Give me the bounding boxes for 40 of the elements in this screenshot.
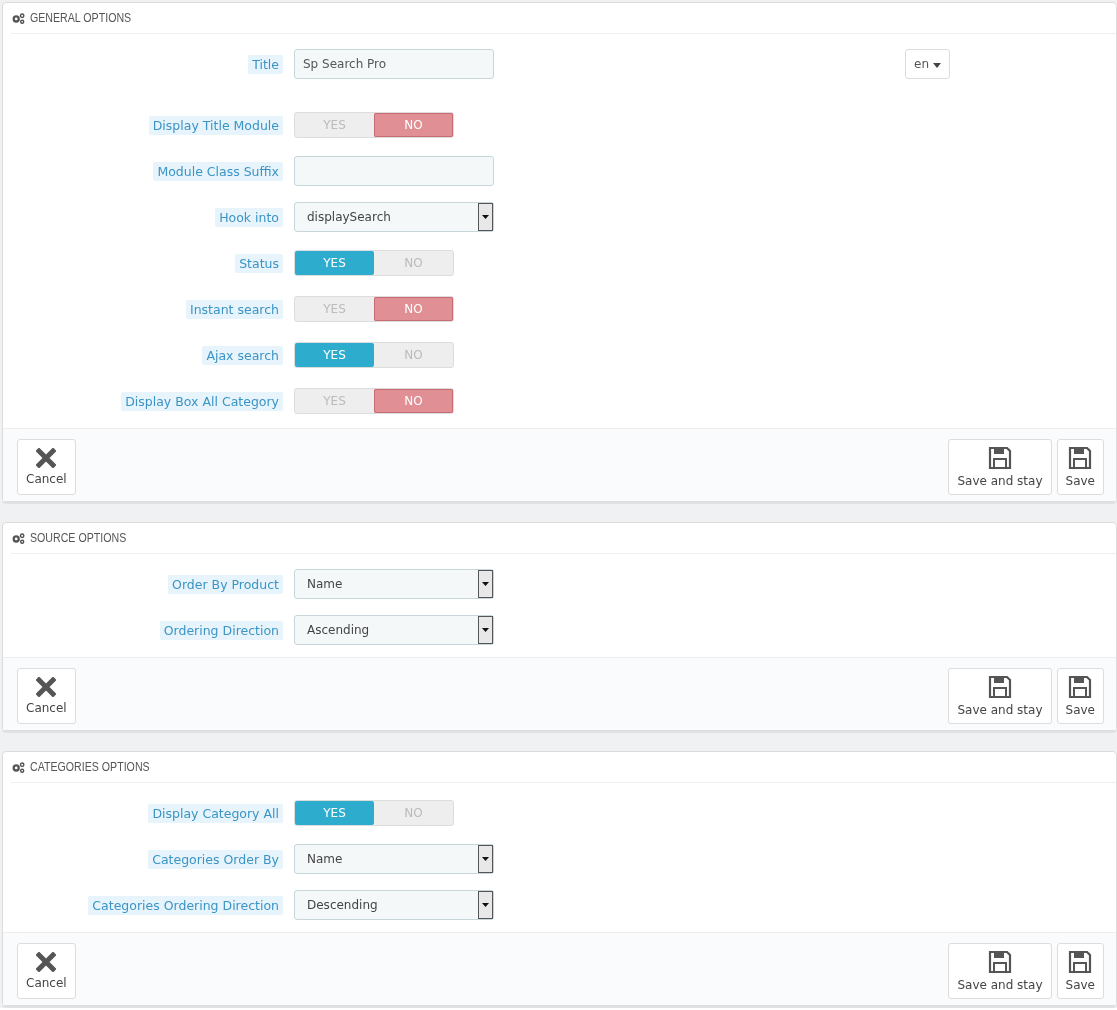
gears-icon [11,532,26,544]
panel-title: SOURCE OPTIONS [30,531,127,545]
select-dropdown[interactable]: Name [294,844,494,874]
save-button[interactable]: Save [1056,943,1104,999]
save-button[interactable]: Save [1056,439,1104,495]
close-icon [36,677,57,697]
field-label: Ajax search [202,345,283,365]
field-label: Instant search [186,299,283,319]
save-button[interactable]: Save [1056,668,1104,724]
field-label: Status [235,253,283,273]
field-label: Order By Product [168,574,283,594]
field-label: Hook into [215,207,283,227]
select-dropdown[interactable]: Ascending [294,615,494,645]
field-label: Display Category All [148,803,283,823]
text-field[interactable] [294,156,494,186]
cancel-button[interactable]: Cancel [17,439,76,495]
close-icon [36,952,57,972]
field-label: Categories Ordering Direction [88,895,283,915]
save-button[interactable]: Save and stay [948,439,1052,495]
field-label: Ordering Direction [159,620,283,640]
select-dropdown[interactable]: Descending [294,890,494,920]
panel-title: GENERAL OPTIONS [30,11,132,25]
gears-icon [11,12,26,24]
select-dropdown[interactable]: Name [294,569,494,599]
field-label: Module Class Suffix [153,161,283,181]
gears-icon [11,761,26,773]
panel-title: CATEGORIES OPTIONS [30,760,150,774]
save-button[interactable]: Save and stay [948,943,1052,999]
save-button[interactable]: Save and stay [948,668,1052,724]
field-label: Categories Order By [148,849,283,869]
field-label: Title [248,54,283,74]
field-label: Display Title Module [148,115,283,135]
caret-icon [932,63,941,68]
close-icon [36,448,57,468]
select-dropdown[interactable]: displaySearch [294,202,494,232]
cancel-button[interactable]: Cancel [17,943,76,999]
language-dropdown[interactable]: en [905,49,950,79]
text-field[interactable]: Sp Search Pro [294,49,494,79]
cancel-button[interactable]: Cancel [17,668,76,724]
field-label: Display Box All Category [121,391,283,411]
